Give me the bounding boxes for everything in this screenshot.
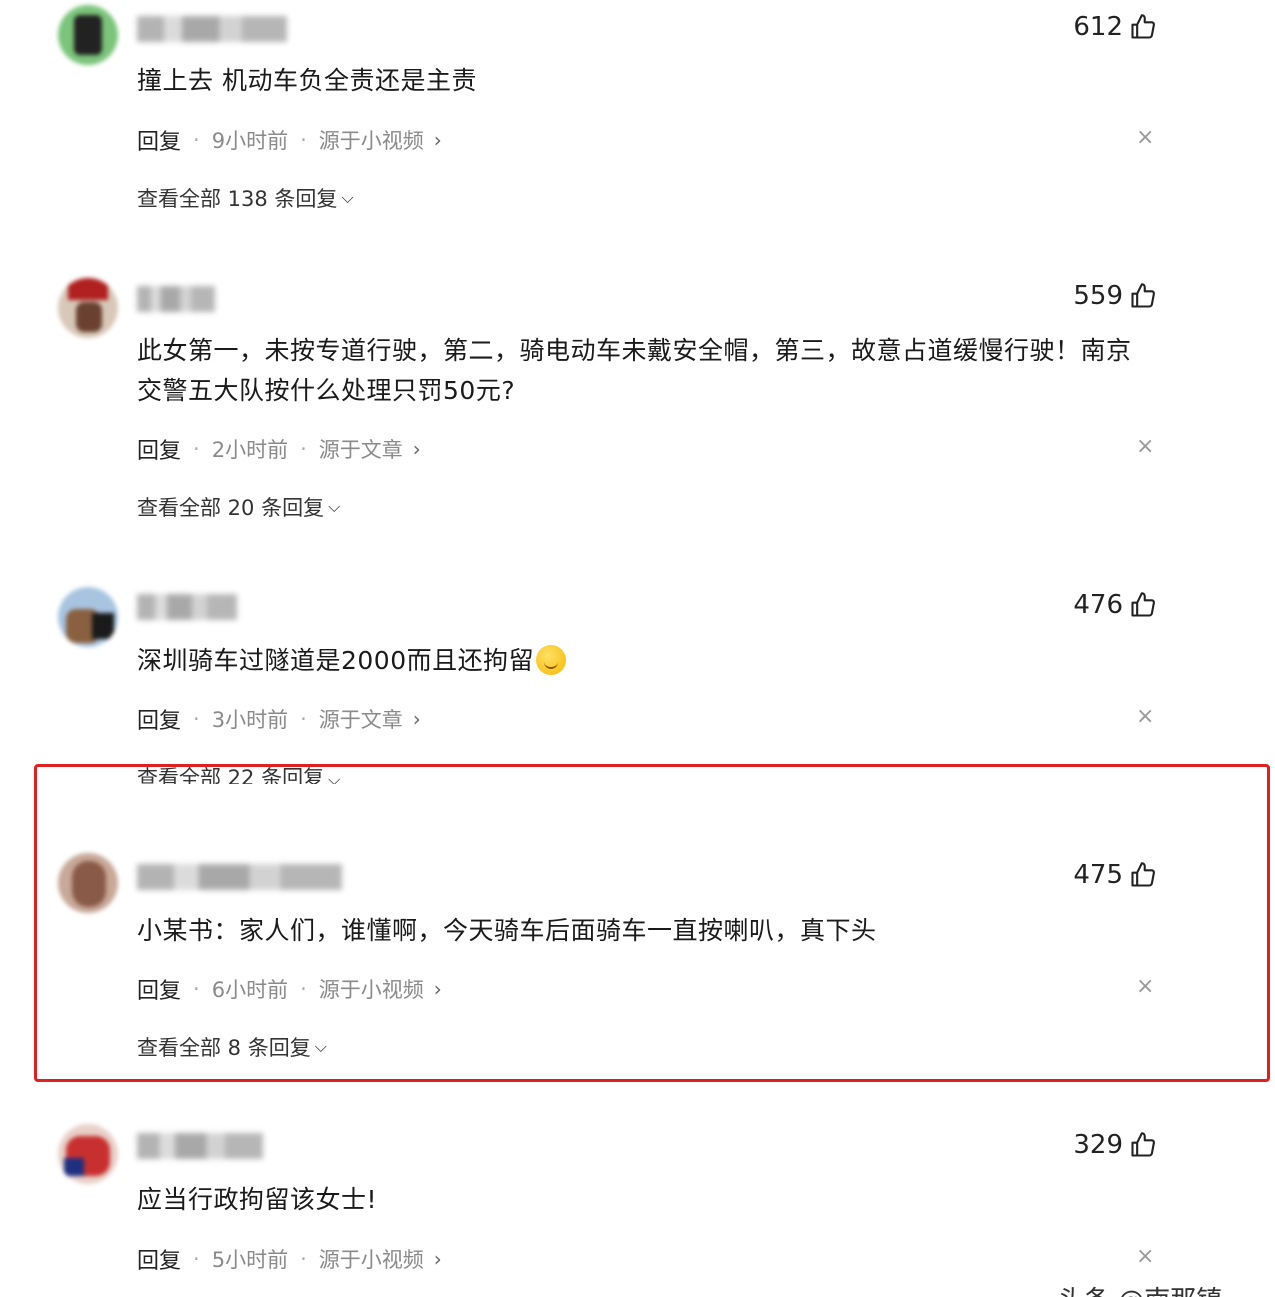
view-all-replies-label: 查看全部 8 条回复 [137,1036,311,1060]
comment-time: 5小时前 [211,1248,289,1272]
comment-meta: 回复 · 9小时前 · 源于小视频 › [137,124,442,156]
source-link[interactable]: 源于小视频 [319,1244,424,1274]
close-icon[interactable]: × [1136,706,1154,728]
comment-text-content: 深圳骑车过隧道是2000而且还拘留 [137,646,535,675]
like-count: 475 [1073,860,1123,890]
separator-dot: · [193,128,200,152]
comment-text-line: 此女第一，未按专道行驶，第二，骑电动车未戴安全帽，第三，故意占道缓慢行驶！南京 [137,336,1132,365]
separator-dot: · [300,707,307,731]
reply-button[interactable]: 回复 [137,124,181,156]
avatar[interactable] [58,1124,118,1184]
avatar[interactable] [58,853,118,913]
thumbs-up-icon [1131,14,1155,39]
comment-text: 撞上去 机动车负全责还是主责 [137,66,477,95]
view-all-replies-button[interactable]: 查看全部 8 条回复 ⌵ [137,1032,327,1062]
username-blurred[interactable] [137,594,237,620]
reply-button[interactable]: 回复 [137,703,181,735]
chevron-down-icon: ⌵ [341,188,354,207]
reply-button[interactable]: 回复 [137,1243,181,1275]
separator-dot: · [193,1247,200,1271]
chevron-right-icon: › [433,1247,442,1271]
view-all-replies-button[interactable]: 查看全部 22 条回复 ⌵ [137,758,340,784]
chevron-down-icon: ⌵ [314,1037,327,1056]
view-all-replies-button[interactable]: 查看全部 20 条回复 ⌵ [137,492,340,522]
view-all-replies-label: 查看全部 22 条回复 [137,766,325,784]
view-all-replies-label: 查看全部 20 条回复 [137,496,325,520]
comment-meta: 回复 · 2小时前 · 源于文章 › [137,433,421,465]
separator-dot: · [300,1247,307,1271]
close-icon[interactable]: × [1136,127,1154,149]
thumbs-up-icon [1131,283,1155,308]
close-icon[interactable]: × [1136,976,1154,998]
chevron-right-icon: › [433,977,442,1001]
username-blurred[interactable] [137,864,342,890]
like-count: 612 [1073,12,1123,42]
comment-text: 应当行政拘留该女士! [137,1185,378,1214]
comment-time: 3小时前 [211,708,289,732]
comment-time: 9小时前 [211,129,289,153]
close-icon[interactable]: × [1136,436,1154,458]
reply-button[interactable]: 回复 [137,973,181,1005]
comment-meta: 回复 · 3小时前 · 源于文章 › [137,703,421,735]
separator-dot: · [193,707,200,731]
reply-button[interactable]: 回复 [137,433,181,465]
comment-text: 小某书：家人们，谁懂啊，今天骑车后面骑车一直按喇叭，真下头 [137,916,877,945]
avatar[interactable] [58,587,118,647]
comment-time: 2小时前 [211,438,289,462]
separator-dot: · [300,977,307,1001]
comment-meta: 回复 · 6小时前 · 源于小视频 › [137,973,442,1005]
like-button[interactable]: 475 [1073,860,1157,890]
comment-text: 此女第一，未按专道行驶，第二，骑电动车未戴安全帽，第三，故意占道缓慢行驶！南京 … [137,331,1157,411]
source-link[interactable]: 源于小视频 [319,974,424,1004]
username-blurred[interactable] [137,16,287,42]
smirk-emoji-icon [536,645,567,675]
close-icon[interactable]: × [1136,1246,1154,1268]
thumbs-up-icon [1131,862,1155,887]
source-link[interactable]: 源于文章 [319,704,403,734]
chevron-down-icon: ⌵ [328,497,341,516]
like-button[interactable]: 329 [1073,1130,1157,1160]
like-button[interactable]: 559 [1073,281,1157,311]
watermark: 头条 @南那镇 [1058,1280,1275,1297]
like-count: 329 [1073,1130,1123,1160]
separator-dot: · [300,437,307,461]
avatar[interactable] [58,278,118,338]
comment-text: 深圳骑车过隧道是2000而且还拘留 [137,641,1157,681]
chevron-right-icon: › [433,128,442,152]
view-all-replies-button[interactable]: 查看全部 138 条回复 ⌵ [137,183,354,213]
view-all-replies-label: 查看全部 138 条回复 [137,187,338,211]
separator-dot: · [193,977,200,1001]
comment-meta: 回复 · 5小时前 · 源于小视频 › [137,1243,442,1275]
separator-dot: · [300,128,307,152]
like-count: 559 [1073,281,1123,311]
like-button[interactable]: 612 [1073,12,1157,42]
like-button[interactable]: 476 [1073,590,1157,620]
thumbs-up-icon [1131,592,1155,617]
username-blurred[interactable] [137,286,215,312]
avatar[interactable] [58,5,118,65]
source-link[interactable]: 源于小视频 [319,125,424,155]
source-link[interactable]: 源于文章 [319,434,403,464]
thumbs-up-icon [1131,1132,1155,1157]
username-blurred[interactable] [137,1133,263,1159]
comment-text-line: 交警五大队按什么处理只罚50元? [137,376,516,405]
like-count: 476 [1073,590,1123,620]
chevron-down-icon: ⌵ [328,770,341,784]
separator-dot: · [193,437,200,461]
comment-time: 6小时前 [211,978,289,1002]
chevron-right-icon: › [412,707,421,731]
chevron-right-icon: › [412,437,421,461]
